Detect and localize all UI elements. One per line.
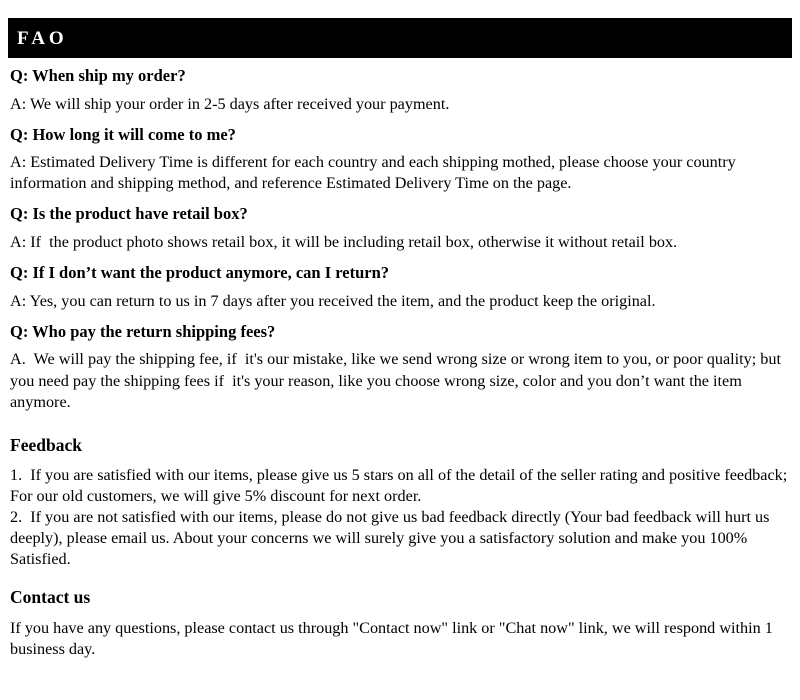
faq-answer: A: If the product photo shows retail box… xyxy=(10,233,678,252)
contact-section: Contact us If you have any questions, pl… xyxy=(10,587,792,660)
faq-question: Q: When ship my order? xyxy=(10,66,186,85)
faq-item: Q: How long it will come to me? A: Estim… xyxy=(10,125,792,195)
faq-item: Q: Is the product have retail box? A: If… xyxy=(10,204,792,253)
faq-item: Q: When ship my order? A: We will ship y… xyxy=(10,66,792,115)
faq-answer: A: Yes, you can return to us in 7 days a… xyxy=(10,291,656,310)
contact-paragraph: If you have any questions, please contac… xyxy=(10,618,777,658)
faq-question: Q: How long it will come to me? xyxy=(10,124,236,144)
faq-question: Q: Who pay the return shipping fees? xyxy=(10,321,276,341)
faq-page: FAO Q: When ship my order? A: We will sh… xyxy=(0,0,800,700)
page-title-bar: FAO xyxy=(8,18,792,58)
faq-item: Q: If I don’t want the product anymore, … xyxy=(10,263,792,312)
feedback-paragraph: 1. If you are satisfied with our items, … xyxy=(10,465,792,505)
faq-answer: A. We will pay the shipping fee, if it's… xyxy=(10,350,786,411)
faq-content: Q: When ship my order? A: We will ship y… xyxy=(10,66,792,660)
feedback-section: Feedback 1. If you are satisfied with ou… xyxy=(10,435,792,570)
feedback-paragraph: 2. If you are not satisfied with our ite… xyxy=(10,507,774,568)
faq-item: Q: Who pay the return shipping fees? A. … xyxy=(10,322,792,413)
faq-answer: A: We will ship your order in 2-5 days a… xyxy=(10,94,450,113)
faq-question: Q: If I don’t want the product anymore, … xyxy=(10,263,390,283)
feedback-heading: Feedback xyxy=(10,434,82,455)
faq-answer: A: Estimated Delivery Time is different … xyxy=(10,153,740,193)
contact-heading: Contact us xyxy=(10,586,91,607)
page-title: FAO xyxy=(17,27,68,49)
faq-question: Q: Is the product have retail box? xyxy=(10,204,248,224)
